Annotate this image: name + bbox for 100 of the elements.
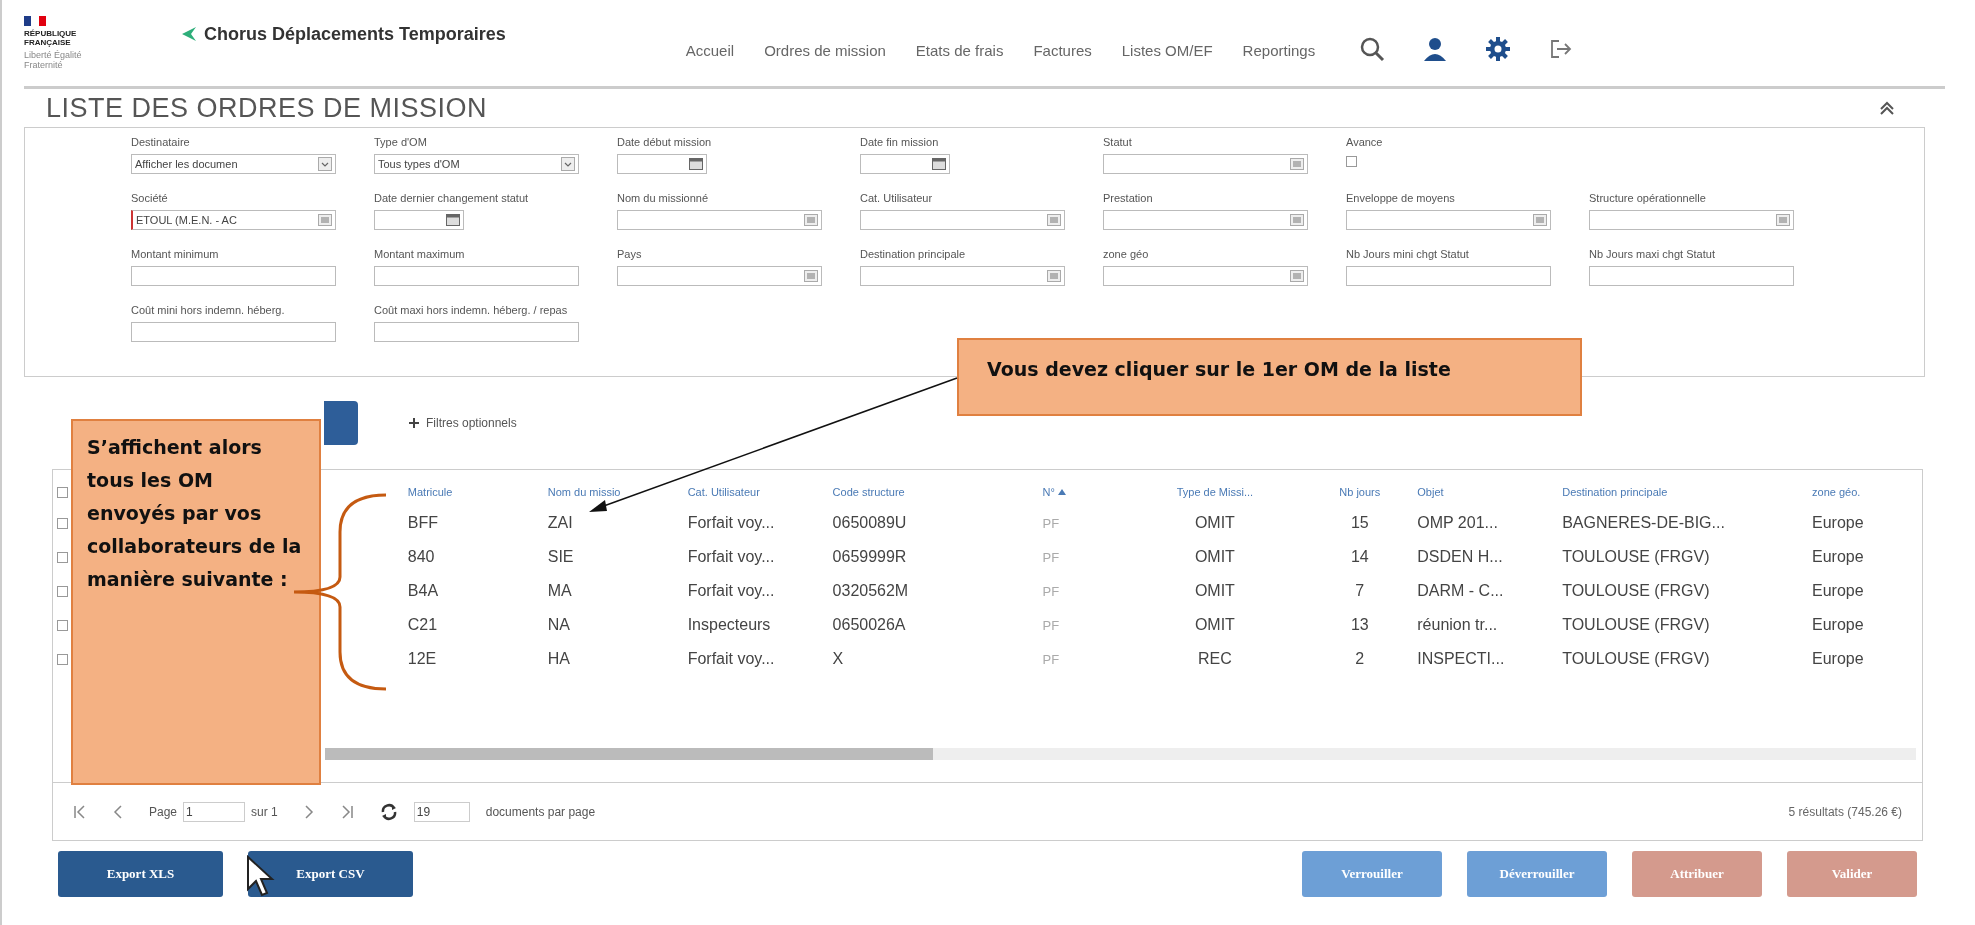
table-cell-text: 12E: [407, 650, 438, 668]
date-field[interactable]: [860, 154, 950, 174]
table-cell-text: MA: [547, 582, 573, 600]
table-cell-text: HA: [547, 650, 571, 668]
input-field[interactable]: [1346, 210, 1551, 230]
nav-link[interactable]: Ordres de mission: [764, 41, 886, 59]
callout: S’affichent alors tous les OM envoyés par vos collaborateurs de la manière suivante :: [71, 419, 321, 785]
list-icon: [804, 214, 818, 226]
table-cell-text: OMIT: [1193, 582, 1236, 600]
checkbox[interactable]: [57, 486, 68, 498]
scrollbar[interactable]: [325, 748, 1916, 760]
column-header[interactable]: Nom du missio: [547, 486, 688, 498]
input-field[interactable]: [1103, 266, 1308, 286]
export-button[interactable]: Export XLS: [58, 851, 223, 897]
input-field[interactable]: [1346, 266, 1551, 286]
column-header[interactable]: Type de Missi...: [1127, 486, 1303, 498]
nav-link[interactable]: Listes OM/EF: [1121, 41, 1213, 59]
column-header[interactable]: Destination principale: [1562, 486, 1813, 498]
table-cell-text: DSDEN H...: [1417, 548, 1504, 566]
field-label: Nb Jours mini chgt Statut: [1346, 248, 1470, 262]
logo-text: RÉPUBLIQUE FRANÇAISE: [24, 29, 78, 47]
table-cell-text: 15: [1349, 514, 1370, 532]
table-cell-text: réunion tr...: [1417, 616, 1499, 634]
optional-filters-link[interactable]: Filtres optionnels: [408, 416, 517, 430]
field-label: Structure opérationnelle: [1589, 192, 1707, 206]
first-page-icon[interactable]: [73, 804, 87, 819]
table-cell-text: 840: [407, 548, 436, 566]
field-label: Date fin mission: [860, 136, 940, 150]
list-icon: [1047, 214, 1061, 226]
plus-icon: [408, 417, 420, 429]
settings-icon[interactable]: [1485, 36, 1512, 62]
column-header[interactable]: Matricule: [407, 486, 548, 498]
table-cell-text: TOULOUSE (FRGV): [1562, 650, 1711, 668]
user-icon[interactable]: [1423, 36, 1448, 62]
field-label: Date dernier changement statut: [374, 192, 530, 206]
select-field[interactable]: Afficher les documen: [131, 154, 336, 174]
checkbox[interactable]: [57, 551, 68, 563]
input-field[interactable]: [1103, 154, 1308, 174]
checkbox[interactable]: [57, 585, 68, 597]
calendar-icon: [932, 158, 946, 170]
cursor-icon: [246, 855, 276, 897]
checkbox[interactable]: [57, 517, 68, 529]
next-page-icon[interactable]: [303, 804, 314, 819]
input-field[interactable]: [374, 266, 579, 286]
nav-link[interactable]: Accueil: [685, 41, 735, 59]
column-header[interactable]: Cat. Utilisateur: [687, 486, 833, 498]
input-field[interactable]: [617, 210, 822, 230]
table-cell-text: 7: [1354, 582, 1366, 600]
select-field[interactable]: Tous types d'OM: [374, 154, 579, 174]
input-field[interactable]: [617, 266, 822, 286]
app-title: Chorus Déplacements Temporaires: [204, 23, 506, 45]
table-cell-text: PF: [1042, 515, 1061, 531]
list-icon: [804, 270, 818, 282]
nav-link[interactable]: Reportings: [1242, 41, 1316, 59]
table-cell-text: Europe: [1812, 582, 1865, 600]
column-header[interactable]: Nb jours: [1302, 486, 1418, 498]
table-cell-text: PF: [1042, 583, 1061, 599]
nav-link[interactable]: Factures: [1033, 41, 1092, 59]
logout-icon[interactable]: [1549, 38, 1574, 60]
date-field[interactable]: [374, 210, 464, 230]
input-field[interactable]: [131, 322, 336, 342]
column-header[interactable]: Objet: [1417, 486, 1563, 498]
table-cell-text: OMIT: [1193, 514, 1236, 532]
search-icon[interactable]: [1359, 36, 1386, 62]
table-cell-text: SIE: [547, 548, 575, 566]
table-cell-text: X: [832, 650, 845, 668]
table-cell-text: 0659999R: [832, 548, 908, 566]
input-field[interactable]: [860, 210, 1065, 230]
input-field[interactable]: [1589, 210, 1794, 230]
last-page-icon[interactable]: [339, 804, 354, 819]
input-field[interactable]: [374, 322, 579, 342]
checkbox[interactable]: [57, 653, 68, 665]
scrollbar-thumb[interactable]: [325, 748, 933, 760]
input-field[interactable]: [860, 266, 1065, 286]
export-button[interactable]: Export CSV: [248, 851, 413, 897]
collapse-icon[interactable]: [1879, 101, 1895, 115]
table-cell-text: OMIT: [1193, 548, 1236, 566]
input-field[interactable]: [1103, 210, 1308, 230]
column-header[interactable]: Code structure: [832, 486, 1043, 498]
column-header[interactable]: zone géo.: [1812, 486, 1922, 498]
input-field[interactable]: [1589, 266, 1794, 286]
column-header[interactable]: N°: [1042, 486, 1128, 498]
page-title: LISTE DES ORDRES DE MISSION: [46, 92, 488, 124]
page-size-field[interactable]: 19: [413, 801, 470, 822]
table-cell-text: 13: [1349, 616, 1370, 634]
date-field[interactable]: [617, 154, 707, 174]
nav-link[interactable]: Etats de frais: [915, 41, 1004, 59]
previous-page-icon[interactable]: [113, 804, 123, 819]
table-cell-text: 14: [1349, 548, 1370, 566]
table-cell-text: ZAI: [547, 514, 574, 532]
table-cell-text: PF: [1042, 617, 1061, 633]
refresh-icon[interactable]: [379, 802, 398, 821]
input-field[interactable]: [131, 266, 336, 286]
table-cell-text: 0650026A: [832, 616, 907, 634]
page-field[interactable]: 1: [183, 801, 246, 822]
field-label: Type d'OM: [374, 136, 428, 150]
checkbox[interactable]: [1346, 156, 1357, 167]
list-icon: [1290, 214, 1304, 226]
input-field[interactable]: ETOUL (M.E.N. - AC: [131, 210, 336, 230]
checkbox[interactable]: [57, 619, 68, 631]
